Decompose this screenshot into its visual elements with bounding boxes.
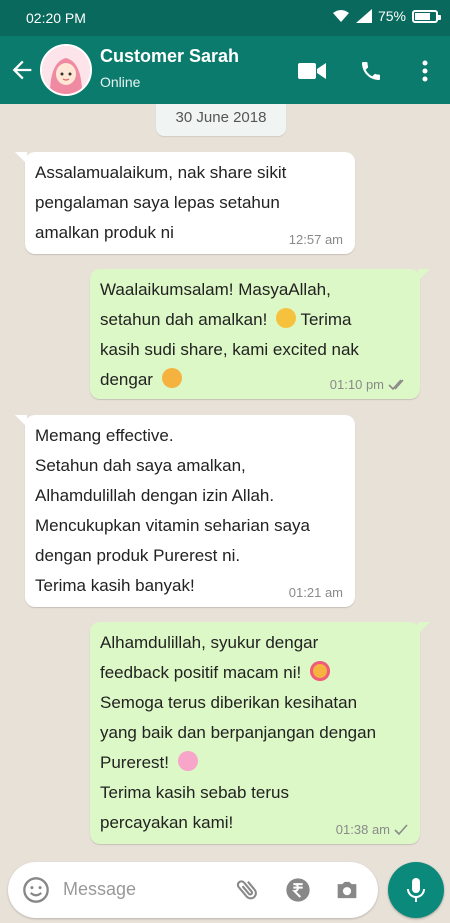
double-check-icon — [388, 379, 404, 391]
message-time: 01:10 pm — [329, 377, 384, 392]
message-line: dengan produk Purerest ni. — [35, 546, 241, 565]
mic-button[interactable] — [388, 862, 444, 918]
mic-icon — [407, 878, 425, 902]
message-line: Memang effective. — [35, 426, 174, 445]
message-line: Semoga terus diberikan kesihatan — [100, 693, 358, 712]
message-line: pengalaman saya lepas setahun — [35, 193, 280, 212]
hugging-emoji-icon — [161, 368, 182, 388]
heart-eyes-emoji-icon — [276, 308, 297, 328]
message-line: Setahun dah saya amalkan, — [35, 456, 246, 475]
message-input[interactable]: Message — [63, 879, 136, 900]
single-check-icon — [394, 824, 408, 836]
status-time: 02:20 PM — [26, 10, 86, 26]
message-time: 01:38 am — [335, 822, 390, 837]
wifi-icon — [332, 10, 349, 22]
camera-icon[interactable] — [333, 876, 361, 904]
message-outgoing[interactable]: Alhamdulillah, syukur dengar feedback po… — [90, 622, 430, 844]
message-text: Purerest! — [100, 753, 169, 772]
more-vert-icon — [422, 60, 428, 82]
attach-icon[interactable] — [234, 876, 262, 904]
message-line: feedback positif macam ni! — [100, 658, 410, 688]
message-text: feedback positif macam ni! — [100, 663, 302, 682]
message-meta: 12:57 am — [289, 232, 343, 248]
message-composer[interactable]: Message — [8, 862, 378, 918]
message-line: Mencukupkan vitamin seharian saya — [35, 516, 310, 535]
avatar-illustration — [42, 46, 90, 94]
contact-status: Online — [100, 74, 141, 90]
message-line: yang baik dan berpanjangan dengan — [100, 723, 377, 742]
date-separator: 30 June 2018 — [156, 104, 286, 136]
chat-header: Customer Sarah Online — [0, 36, 450, 104]
message-line: Terima kasih sebab terus — [100, 783, 289, 802]
battery-percent: 75% — [377, 8, 406, 24]
status-icons: 75% — [332, 8, 441, 24]
message-list[interactable]: 30 June 2018 Assalamualaikum, nak share … — [0, 104, 450, 854]
message-line: Purerest! — [100, 748, 410, 778]
message-text: setahun dah amalkan! — [100, 310, 268, 329]
message-text: Terima — [300, 310, 352, 329]
message-outgoing[interactable]: Waalaikumsalam! MasyaAllah, setahun dah … — [90, 269, 430, 399]
avatar[interactable] — [40, 44, 92, 96]
message-incoming[interactable]: Assalamualaikum, nak share sikit pengala… — [15, 152, 355, 254]
phone-icon — [362, 62, 380, 80]
video-call-button[interactable] — [297, 56, 327, 86]
message-line: kasih sudi share, kami excited nak — [100, 340, 359, 359]
rupee-icon[interactable] — [284, 876, 312, 904]
message-meta: 01:38 am — [336, 822, 408, 838]
battery-icon — [412, 9, 441, 23]
smiling-hearts-emoji-icon — [310, 661, 330, 681]
message-text: dengar — [100, 370, 153, 389]
message-line: Assalamualaikum, nak share sikit — [35, 163, 287, 182]
back-arrow-icon[interactable] — [8, 56, 36, 84]
contact-name[interactable]: Customer Sarah — [100, 46, 239, 67]
video-call-icon — [298, 63, 326, 79]
more-options-button[interactable] — [410, 56, 440, 86]
message-line: Alhamdulillah dengan izin Allah. — [35, 486, 275, 505]
message-line: setahun dah amalkan! Terima — [100, 305, 410, 335]
message-time: 12:57 am — [288, 232, 343, 247]
message-line: Waalaikumsalam! MasyaAllah, — [100, 280, 331, 299]
signal-icon — [355, 9, 372, 23]
emoji-icon[interactable] — [22, 876, 50, 904]
message-incoming[interactable]: Memang effective. Setahun dah saya amalk… — [15, 415, 355, 607]
message-meta: 01:21 am — [289, 585, 343, 601]
message-time: 01:21 am — [288, 585, 343, 600]
message-meta: 01:10 pm — [330, 377, 408, 393]
status-bar: 02:20 PM 75% — [0, 0, 450, 36]
cherry-blossom-emoji-icon — [177, 751, 198, 771]
voice-call-button[interactable] — [356, 56, 386, 86]
message-line: Alhamdulillah, syukur dengar — [100, 633, 319, 652]
